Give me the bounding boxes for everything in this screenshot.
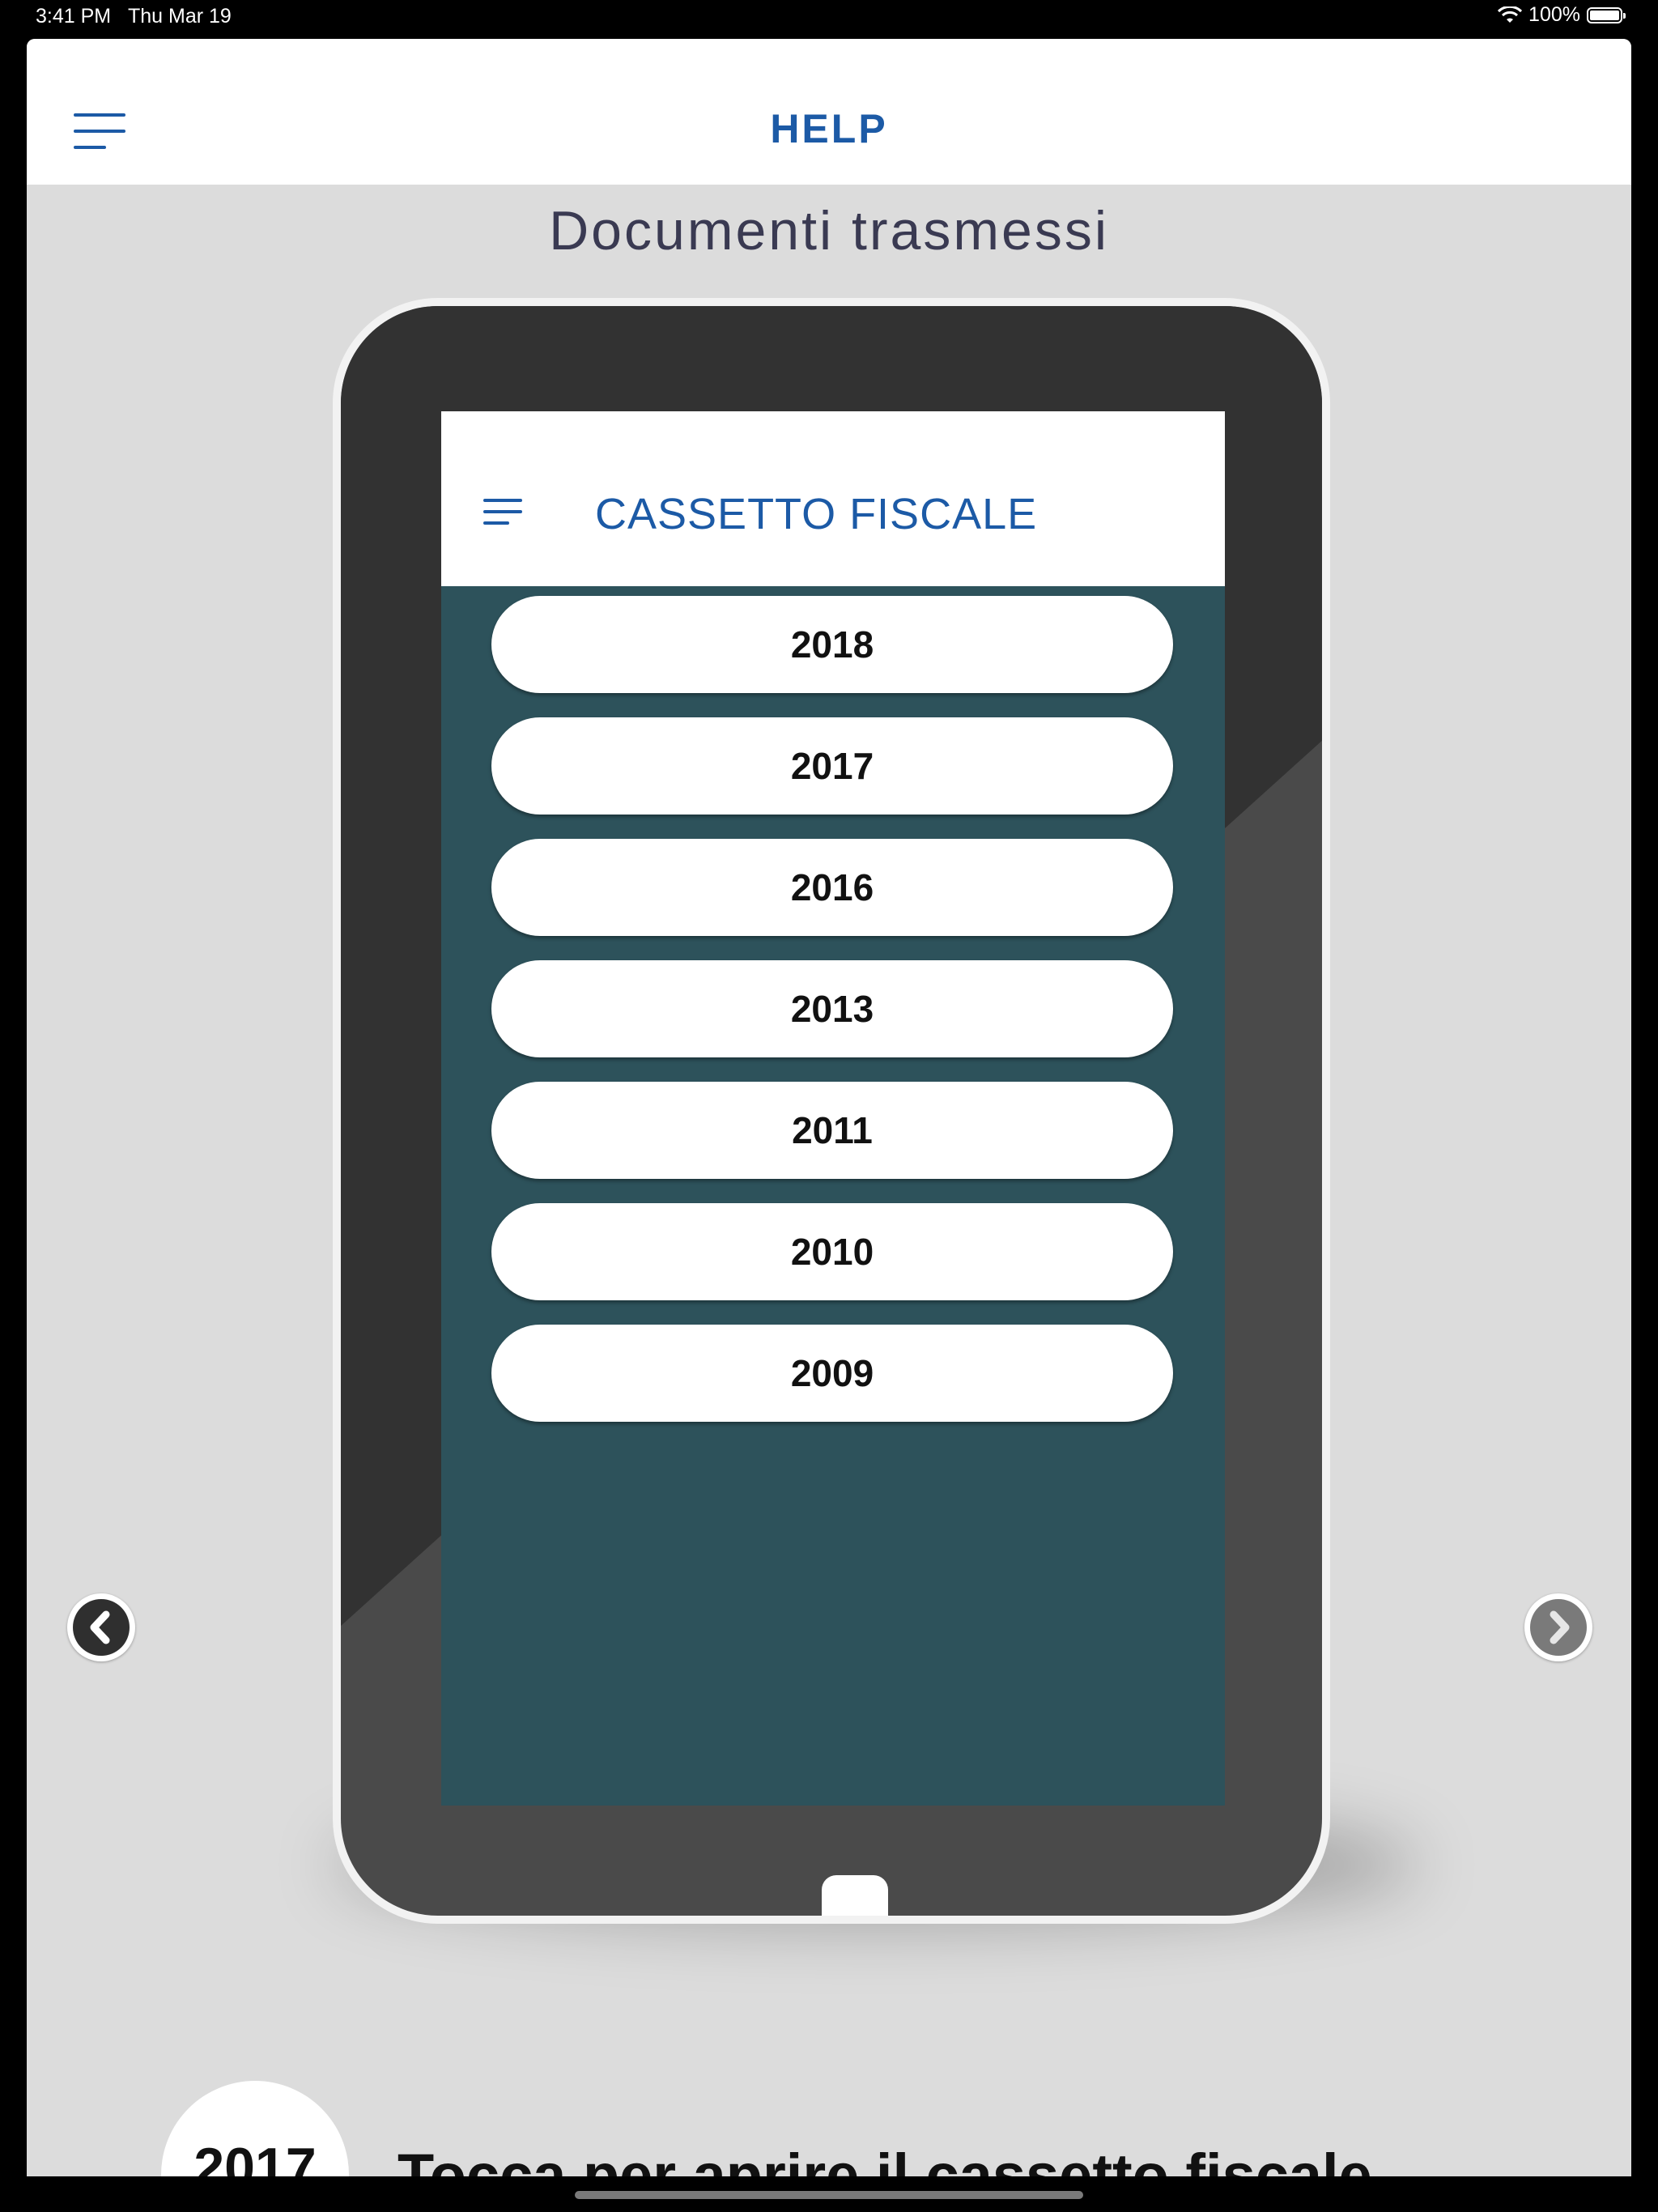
step-year: 2017 <box>193 2137 317 2176</box>
chevron-right-glyph <box>1550 1610 1570 1644</box>
screen-title: CASSETTO FISCALE <box>595 490 1038 538</box>
status-bar: 3:41 PM Thu Mar 19 100% <box>0 0 1658 36</box>
navbar: HELP <box>27 39 1631 185</box>
screen-header: CASSETTO FISCALE <box>441 411 1225 586</box>
year-button-2009[interactable]: 2009 <box>491 1325 1173 1422</box>
year-button-2017[interactable]: 2017 <box>491 717 1173 815</box>
app-window: HELP Documenti trasmessi CASSETTO FISCAL… <box>27 39 1631 2176</box>
wifi-icon <box>1498 6 1523 23</box>
tablet-screen: CASSETTO FISCALE 2018 2017 2016 2013 201… <box>441 411 1225 1806</box>
section-title: Documenti trasmessi <box>549 200 1109 262</box>
status-date: Thu Mar 19 <box>128 5 232 28</box>
page-title: HELP <box>770 106 888 151</box>
year-button-2016[interactable]: 2016 <box>491 839 1173 936</box>
battery-icon <box>1587 6 1626 23</box>
hamburger-menu-icon <box>483 499 522 526</box>
carousel-next-button[interactable] <box>1524 1593 1592 1661</box>
chevron-left-glyph <box>90 1610 110 1644</box>
carousel-prev-button[interactable] <box>67 1593 135 1661</box>
home-indicator[interactable] <box>575 2191 1083 2199</box>
tablet-home-button <box>822 1875 888 1916</box>
year-list: 2018 2017 2016 2013 2011 2010 2009 <box>491 596 1173 1446</box>
tablet-mockup: CASSETTO FISCALE 2018 2017 2016 2013 201… <box>333 298 1330 1924</box>
year-button-2018[interactable]: 2018 <box>491 596 1173 693</box>
year-button-2010[interactable]: 2010 <box>491 1203 1173 1300</box>
battery-percent: 100% <box>1528 3 1580 26</box>
status-indicators: 100% <box>1498 3 1626 27</box>
status-time: 3:41 PM <box>36 5 112 28</box>
step-caption: Tocca per aprire il cassetto fiscale <box>397 2142 1372 2176</box>
year-button-2013[interactable]: 2013 <box>491 960 1173 1057</box>
year-button-2011[interactable]: 2011 <box>491 1082 1173 1179</box>
